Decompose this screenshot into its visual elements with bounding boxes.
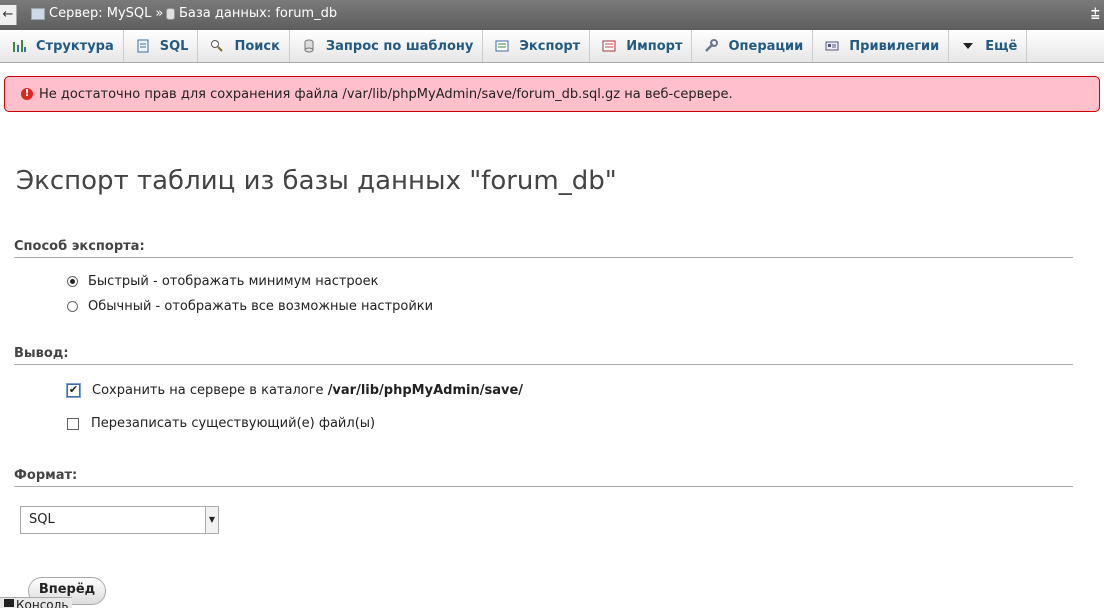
tab-search[interactable]: Поиск [198,30,290,62]
quick-export-radio[interactable] [67,276,78,287]
overwrite-label[interactable]: Перезаписать существующий(е) файл(ы) [91,416,375,431]
error-message: ! Не достаточно прав для сохранения файл… [4,76,1100,112]
breadcrumb-server[interactable]: Сервер: MySQL » [31,6,163,21]
error-text: Не достаточно прав для сохранения файла … [39,86,733,102]
database-icon [166,7,175,20]
tab-privileges[interactable]: Привилегии [813,30,950,62]
import-icon [602,39,616,53]
tab-operations[interactable]: Операции [692,30,814,62]
save-on-server-option[interactable]: ✔ Сохранить на сервере в каталоге /var/l… [66,383,524,398]
search-icon [210,39,224,53]
tab-export-label[interactable]: Экспорт [519,39,580,54]
server-icon [31,7,45,20]
breadcrumb-separator: » [155,6,164,21]
custom-export-option[interactable]: Обычный - отображать все возможные настр… [67,299,433,314]
save-on-server-checkbox[interactable]: ✔ [66,383,81,398]
tab-more-label[interactable]: Ещё [985,39,1017,54]
custom-export-label[interactable]: Обычный - отображать все возможные настр… [88,299,433,314]
custom-export-radio[interactable] [67,301,78,312]
overwrite-checkbox[interactable] [67,417,79,430]
format-heading: Формат: [14,468,1073,487]
tab-sql[interactable]: SQL [124,30,199,62]
tab-operations-label[interactable]: Операции [728,39,803,54]
console-icon [4,599,14,607]
tab-import[interactable]: Импорт [590,30,693,62]
overwrite-option[interactable]: Перезаписать существующий(е) файл(ы) [67,416,375,431]
back-button[interactable]: ← [0,5,17,25]
tab-bar: Структура SQL Поиск Запрос по шаблону Эк… [0,30,1104,63]
breadcrumb-database[interactable]: База данных: forum_db [166,6,337,21]
tab-privileges-label[interactable]: Привилегии [849,39,939,54]
chevron-down-icon [961,39,975,53]
export-method-heading: Способ экспорта: [14,239,1073,258]
tab-import-label[interactable]: Импорт [626,39,682,54]
breadcrumb-server-label[interactable]: Сервер: MySQL [49,6,151,21]
page-title: Экспорт таблиц из базы данных "forum_db" [16,166,617,196]
tab-sql-label[interactable]: SQL [160,39,189,54]
tab-search-label[interactable]: Поиск [234,39,279,54]
tab-more[interactable]: Ещё [949,30,1028,62]
export-icon [495,39,509,53]
sql-icon [136,39,150,53]
output-heading: Вывод: [14,346,1073,365]
wrench-icon [704,39,719,53]
tab-structure-label[interactable]: Структура [36,39,114,54]
format-select-value[interactable]: SQL [29,512,55,527]
tab-query[interactable]: Запрос по шаблону [290,30,484,62]
quick-export-option[interactable]: Быстрый - отображать минимум настроек [67,274,378,289]
privileges-icon [825,39,839,53]
breadcrumb: ← Сервер: MySQL » База данных: forum_db … [0,0,1104,30]
tab-export[interactable]: Экспорт [483,30,591,62]
collapse-icon[interactable]: ⩲ [1091,4,1100,24]
console-toggle[interactable]: Консоль [0,597,73,608]
dropdown-arrow-icon[interactable]: ▼ [205,507,218,533]
structure-icon [12,39,26,53]
breadcrumb-database-label[interactable]: База данных: forum_db [179,6,337,21]
save-on-server-label[interactable]: Сохранить на сервере в каталоге [92,383,324,398]
save-path: /var/lib/phpMyAdmin/save/ [327,383,524,398]
error-icon: ! [21,88,33,100]
quick-export-label[interactable]: Быстрый - отображать минимум настроек [88,274,378,289]
tab-query-label[interactable]: Запрос по шаблону [326,39,473,54]
tab-structure[interactable]: Структура [0,30,124,62]
format-select[interactable]: SQL ▼ [20,506,219,534]
query-icon [302,39,316,53]
